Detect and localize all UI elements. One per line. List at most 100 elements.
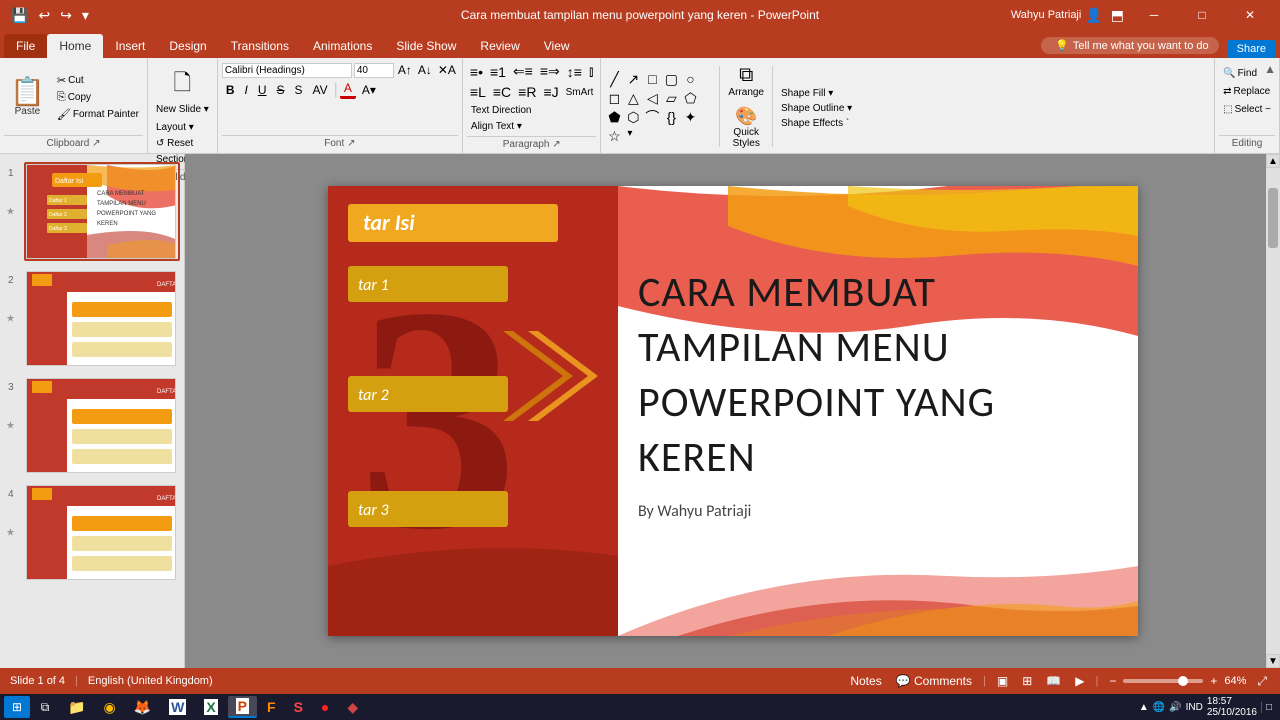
share-button[interactable]: Share [1227,40,1276,58]
vertical-scrollbar[interactable] [1266,168,1280,654]
shape15[interactable]: ✦ [681,108,699,126]
tab-transitions[interactable]: Transitions [219,34,301,58]
parallelogram-shape[interactable]: ▱ [662,89,680,107]
reset-button[interactable]: ↺ Reset [152,136,197,151]
format-painter-button[interactable]: 🖌 Format Painter [53,107,143,122]
ribbon-display-button[interactable]: ⬒ [1107,7,1128,24]
shape16[interactable]: ☆ [605,127,623,145]
scroll-thumb[interactable] [1268,188,1278,248]
save-button[interactable]: 💾 [8,5,31,26]
select-button[interactable]: ⬚ Select ~ [1219,102,1275,117]
tab-view[interactable]: View [532,34,582,58]
slide-thumb-4[interactable]: 4 ★ DAFTAR 3 [24,483,180,582]
replace-button[interactable]: ⇄ Replace [1219,84,1274,99]
close-button[interactable]: ✕ [1228,0,1272,30]
pentagon-shape[interactable]: ⬠ [681,89,699,107]
word-button[interactable]: W [161,696,194,718]
undo-button[interactable]: ↩ [35,5,53,26]
zoom-thumb[interactable] [1178,676,1188,686]
tray-arrow[interactable]: ▲ [1139,702,1149,713]
excel-button[interactable]: X [196,696,225,718]
redo-button[interactable]: ↪ [57,5,75,26]
tab-design[interactable]: Design [157,34,218,58]
bullets-button[interactable]: ≡• [467,63,486,81]
shape-outline-button[interactable]: Shape Outline ▾ [777,102,856,115]
underline-button[interactable]: U [254,82,271,98]
line-spacing-button[interactable]: ↕≡ [564,63,585,81]
customize-qa-button[interactable]: ▾ [79,5,92,26]
arrange-button[interactable]: ⧉ Arrange [724,62,768,100]
zoom-out-button[interactable]: − [1106,673,1119,689]
font-size-increase-button[interactable]: A↑ [396,62,414,78]
italic-button[interactable]: I [240,82,251,98]
cut-button[interactable]: ✂ Cut [53,73,143,88]
shapes-more[interactable]: ▾ [624,127,635,145]
align-left-button[interactable]: ≡L [467,83,489,101]
shape-effects-button[interactable]: Shape Effects ` [777,117,856,130]
show-desktop-button[interactable]: □ [1261,702,1272,713]
curve-shape[interactable]: ⌒ [643,108,661,126]
paste-button[interactable]: 📋 Paste [4,76,51,119]
align-text-button[interactable]: Align Text ▾ [467,119,536,134]
increase-indent-button[interactable]: ≡⇒ [537,62,563,81]
account-icon[interactable]: 👤 [1085,7,1102,24]
volume-icon[interactable]: 🔊 [1169,702,1181,713]
shadow-button[interactable]: S [291,82,307,98]
minimize-button[interactable]: ─ [1132,0,1176,30]
app-diamond-button[interactable]: ◆ [339,696,366,718]
normal-view-button[interactable]: ▣ [994,673,1011,689]
highlight-color-button[interactable]: A▾ [358,82,380,98]
file-explorer-button[interactable]: 📁 [60,696,93,718]
scroll-up-button[interactable]: ▲ [1266,154,1280,168]
chrome-button[interactable]: ◉ [95,696,123,718]
quick-styles-button[interactable]: 🎨 Quick Styles [729,104,764,151]
align-center-button[interactable]: ≡C [490,83,514,101]
tab-insert[interactable]: Insert [103,34,157,58]
comments-button[interactable]: 💬 Comments [893,673,975,689]
zoom-slider[interactable] [1123,679,1203,683]
app-circle-button[interactable]: ● [313,696,337,718]
layout-button[interactable]: Layout ▾ [152,120,198,135]
notes-button[interactable]: Notes [847,673,884,689]
slideshow-button[interactable]: ▶ [1072,673,1087,689]
brace-shape[interactable]: {} [662,108,680,126]
rounded-rect-shape[interactable]: ▢ [662,70,680,88]
tab-review[interactable]: Review [468,34,531,58]
strikethrough-button[interactable]: S [273,82,289,98]
slide-thumb-3[interactable]: 3 ★ DAFTAR 2 [24,376,180,475]
font-size-decrease-button[interactable]: A↓ [416,62,434,78]
font-size-input[interactable] [354,63,394,78]
tab-slideshow[interactable]: Slide Show [384,34,468,58]
firefox-button[interactable]: 🦊 [126,696,159,718]
copy-button[interactable]: ⎘ Copy [53,90,143,105]
rect-shape[interactable]: □ [643,70,661,88]
fit-slide-button[interactable]: ⤢ [1254,673,1270,690]
network-icon[interactable]: 🌐 [1153,702,1165,713]
rtriangle-shape[interactable]: ◁ [643,89,661,107]
slide-thumb-2[interactable]: 2 ★ DAFTAR 1 [24,269,180,368]
text-direction-button[interactable]: Text Direction [467,103,536,118]
tab-home[interactable]: Home [47,34,103,58]
tab-animations[interactable]: Animations [301,34,384,58]
find-button[interactable]: 🔍 Find [1219,66,1261,81]
font-family-input[interactable] [222,63,352,78]
line-shape[interactable]: ╱ [605,70,623,88]
font-color-button[interactable]: A [340,80,356,99]
app-f-button[interactable]: F [259,696,284,718]
reading-view-button[interactable]: 📖 [1043,673,1064,689]
zoom-in-button[interactable]: + [1207,673,1220,689]
clear-formatting-button[interactable]: ✕A [436,62,458,78]
slide-sorter-button[interactable]: ⊞ [1019,673,1035,689]
tab-file[interactable]: File [4,34,47,58]
slide-thumb-1[interactable]: 1 ★ CARA MEMBUAT TAMPILAN MENU POWERPOIN… [24,162,180,261]
triangle-shape[interactable]: △ [624,89,642,107]
collapse-ribbon-button[interactable]: ▲ [1264,62,1276,76]
start-button[interactable]: ⊞ [4,696,30,718]
columns-button[interactable]: ⫾ [586,62,596,81]
new-slide-button[interactable]: 🗋 New Slide ▾ [152,62,213,119]
app-s-button[interactable]: S [286,696,311,718]
smartart-button[interactable]: SmArt [563,86,597,99]
justify-button[interactable]: ≡J [540,83,561,101]
arrow-shape[interactable]: ↗ [624,70,642,88]
bold-button[interactable]: B [222,82,239,98]
